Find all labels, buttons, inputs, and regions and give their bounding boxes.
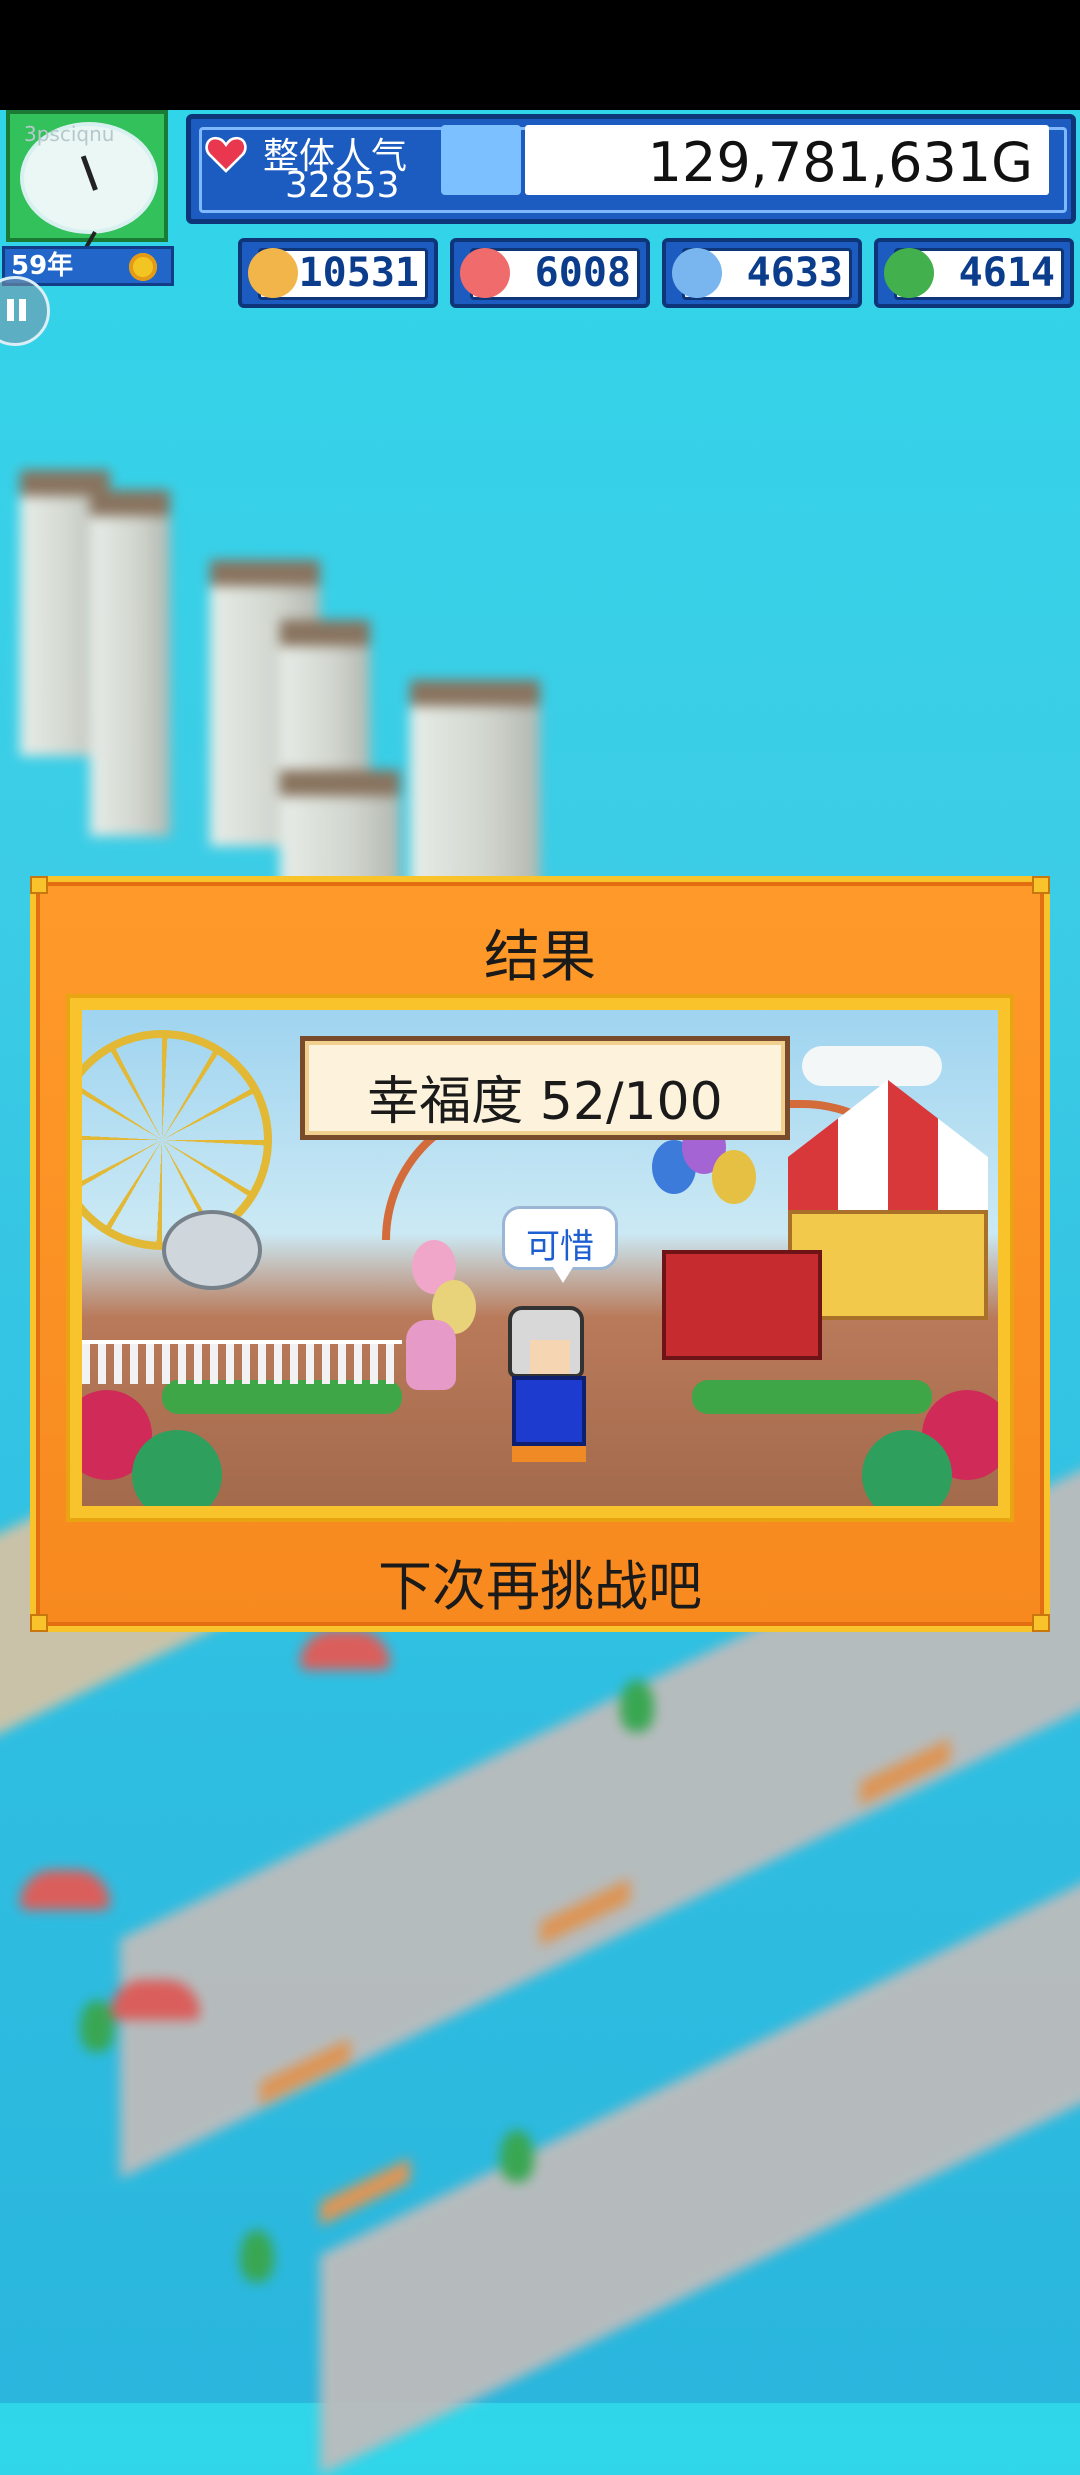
happiness-score: 幸福度 52/100 <box>367 1072 723 1132</box>
ferris-wheel-icon <box>82 1030 272 1250</box>
character-body <box>512 1376 586 1446</box>
popularity-money-panel: 整体人气 32853 129,781,631G <box>186 114 1076 224</box>
popcorn-cart-icon <box>662 1250 822 1360</box>
happiness-score-box: 幸福度 52/100 <box>300 1036 790 1140</box>
stat-red: 6008 <box>450 238 650 308</box>
amusement-park-scene: 幸福度 52/100 可惜 <box>82 1010 998 1506</box>
clock-panel: 3psciqnu <box>6 110 168 277</box>
popularity-value: 32853 <box>285 165 400 206</box>
dialog-subtitle: 下次再挑战吧 <box>378 1555 702 1618</box>
stat-blue: 4633 <box>662 238 862 308</box>
heart-icon <box>205 136 247 173</box>
stat-green: 4614 <box>874 238 1074 308</box>
status-bar <box>0 0 1080 110</box>
water-drop-icon <box>672 248 722 298</box>
result-dialog[interactable]: 结果 幸福度 52/100 可惜 下次再挑战吧 <box>30 876 1050 1632</box>
green-frog-icon <box>884 248 934 298</box>
money-icon <box>441 125 765 195</box>
red-bird-icon <box>460 248 510 298</box>
gold-ring-icon <box>248 248 298 298</box>
scene-frame: 幸福度 52/100 可惜 <box>66 994 1014 1522</box>
speech-bubble: 可惜 <box>502 1206 618 1283</box>
clock-label: 3psciqnu <box>24 122 115 146</box>
money-field: 129,781,631G <box>525 125 1049 195</box>
stat-gold: 10531 <box>238 238 438 308</box>
teapot-ride-icon <box>162 1210 262 1290</box>
sun-icon <box>129 253 157 281</box>
bunny-mascot-icon <box>406 1320 456 1390</box>
speech-text: 可惜 <box>526 1227 594 1267</box>
money-value: 129,781,631G <box>647 131 1033 194</box>
dialog-title: 结果 <box>484 925 596 990</box>
